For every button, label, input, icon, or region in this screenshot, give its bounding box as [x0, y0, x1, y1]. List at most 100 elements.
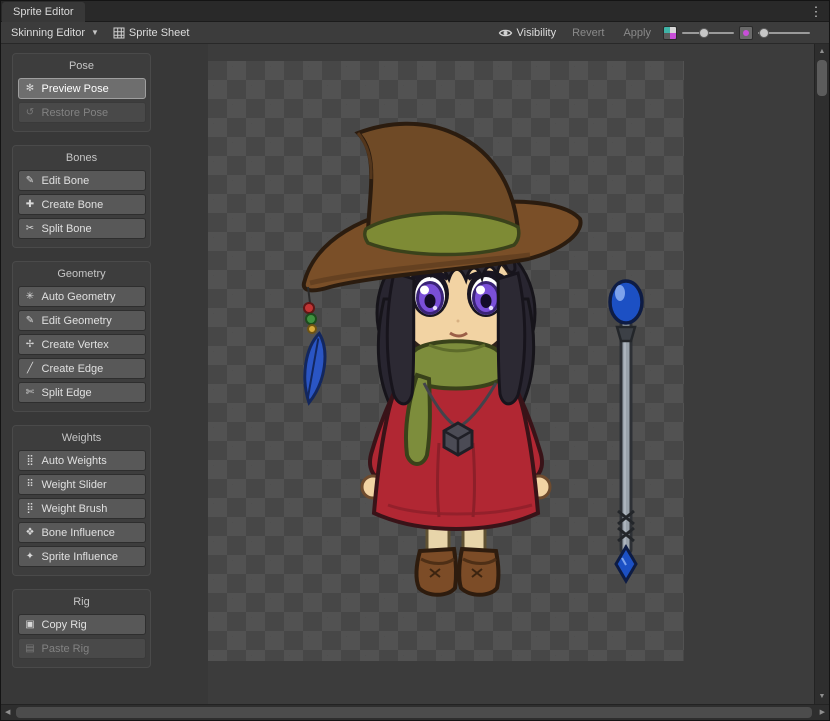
tab-sprite-editor[interactable]: Sprite Editor	[2, 2, 85, 22]
restore-pose-icon: ↺	[24, 107, 37, 118]
split-bone-button[interactable]: ✂ Split Bone	[18, 218, 146, 239]
scroll-left-icon[interactable]	[5, 709, 10, 716]
copy-rig-button[interactable]: ▣ Copy Rig	[18, 614, 146, 635]
button-label: Split Edge	[42, 387, 92, 399]
split-edge-button[interactable]: ✄Split Edge	[18, 382, 146, 403]
tab-label: Sprite Editor	[13, 6, 74, 18]
sprite-color-swatch-icon	[663, 26, 677, 40]
character-body[interactable]	[299, 124, 580, 595]
button-label: Restore Pose	[42, 107, 109, 119]
tool-group: Rig ▣ Copy Rig ▤ Paste Rig	[12, 589, 151, 668]
create-vertex-icon: ✢	[24, 339, 37, 350]
panel-title: Bones	[13, 150, 150, 167]
chevron-down-icon: ▼	[91, 28, 99, 37]
transparency-checker	[208, 61, 684, 661]
panel-title: Weights	[13, 430, 150, 447]
sprite-sheet-button[interactable]: Sprite Sheet	[106, 22, 197, 44]
auto-weights-icon: ⣿	[24, 455, 37, 466]
split-bone-icon: ✂	[24, 223, 37, 234]
witch-hat	[304, 124, 581, 291]
button-label: Sprite Influence	[42, 551, 118, 563]
create-bone-button[interactable]: ✚ Create Bone	[18, 194, 146, 215]
sprite-editor-window: Sprite Editor ⋮ Skinning Editor ▼ Sprite…	[0, 0, 830, 721]
apply-label: Apply	[623, 27, 651, 39]
left-eye	[411, 271, 449, 317]
button-label: Auto Weights	[42, 455, 107, 467]
button-label: Create Bone	[42, 199, 104, 211]
sprite-sheet-icon	[113, 27, 125, 39]
bone-influence-button[interactable]: ❖ Bone Influence	[18, 522, 146, 543]
weight-brush-icon: ⡿	[24, 503, 37, 514]
preview-pose-button[interactable]: ✻ Preview Pose	[18, 78, 146, 99]
slider-knob[interactable]	[699, 28, 709, 38]
button-label: Weight Brush	[42, 503, 108, 515]
preview-pose-icon: ✻	[24, 83, 37, 94]
tool-group: Pose ✻ Preview Pose ↺ Restore Pose	[12, 53, 151, 132]
button-label: Edit Geometry	[42, 315, 112, 327]
edit-bone-icon: ✎	[24, 175, 37, 186]
horizontal-scroll-thumb[interactable]	[16, 707, 812, 718]
tool-group: Bones ✎ Edit Bone ✚ Create Bone ✂ Split Bone	[12, 145, 151, 248]
edit-geometry-icon: ✎	[24, 315, 37, 326]
button-label: Weight Slider	[42, 479, 107, 491]
vertical-scroll-thumb[interactable]	[817, 60, 827, 96]
auto-geometry-button[interactable]: ✳ Auto Geometry	[18, 286, 146, 307]
bone-influence-icon: ❖	[24, 527, 37, 538]
apply-button[interactable]: Apply	[616, 22, 658, 44]
revert-button[interactable]: Revert	[565, 22, 611, 44]
create-vertex-button[interactable]: ✢ Create Vertex	[18, 334, 146, 355]
hat-charm	[299, 287, 330, 404]
button-label: Copy Rig	[42, 619, 87, 631]
button-label: Create Edge	[42, 363, 104, 375]
slider-knob[interactable]	[759, 28, 769, 38]
button-label: Auto Geometry	[42, 291, 116, 303]
copy-rig-icon: ▣	[24, 619, 37, 630]
weight-slider-button[interactable]: ⠿ Weight Slider	[18, 474, 146, 495]
tab-bar: Sprite Editor ⋮	[1, 1, 829, 22]
visibility-label: Visibility	[517, 27, 557, 39]
weight-brush-button[interactable]: ⡿ Weight Brush	[18, 498, 146, 519]
scroll-down-icon[interactable]	[815, 693, 829, 700]
horizontal-scrollbar[interactable]	[1, 704, 829, 720]
visibility-eye-icon	[498, 27, 513, 39]
sprite-influence-button[interactable]: ✦ Sprite Influence	[18, 546, 146, 567]
button-label: Bone Influence	[42, 527, 115, 539]
button-label: Split Bone	[42, 223, 92, 235]
panel-title: Rig	[13, 594, 150, 611]
scroll-right-icon[interactable]	[820, 709, 825, 716]
sprite-influence-icon: ✦	[24, 551, 37, 562]
character-sprite[interactable]	[208, 61, 684, 661]
auto-weights-button[interactable]: ⣿ Auto Weights	[18, 450, 146, 471]
edit-bone-button[interactable]: ✎ Edit Bone	[18, 170, 146, 191]
create-bone-icon: ✚	[24, 199, 37, 210]
vertical-scrollbar[interactable]	[814, 44, 829, 704]
tool-group: Weights ⣿ Auto Weights ⠿ Weight Slider ⡿ Weigh…	[12, 425, 151, 576]
button-label: Paste Rig	[42, 643, 90, 655]
overflow-menu-icon[interactable]: ⋮	[808, 3, 824, 20]
create-edge-button[interactable]: ╱ Create Edge	[18, 358, 146, 379]
button-label: Create Vertex	[42, 339, 109, 351]
skinning-editor-dropdown[interactable]: Skinning Editor ▼	[4, 22, 106, 44]
restore-pose-button[interactable]: ↺ Restore Pose	[18, 102, 146, 123]
mode-label: Skinning Editor	[11, 27, 85, 39]
weight-slider-icon: ⠿	[24, 479, 37, 490]
button-label: Edit Bone	[42, 175, 90, 187]
sprite-opacity-slider[interactable]	[758, 26, 810, 40]
visibility-button[interactable]: Visibility	[494, 22, 561, 44]
create-edge-icon: ╱	[24, 363, 37, 374]
sprite-canvas[interactable]	[208, 44, 814, 704]
button-label: Preview Pose	[42, 83, 109, 95]
mesh-color-swatch-icon	[739, 26, 753, 40]
panel-title: Pose	[13, 58, 150, 75]
scroll-up-icon[interactable]	[815, 48, 829, 55]
revert-label: Revert	[572, 27, 604, 39]
panel-title: Geometry	[13, 266, 150, 283]
bone-opacity-slider[interactable]	[682, 26, 734, 40]
paste-rig-icon: ▤	[24, 643, 37, 654]
paste-rig-button[interactable]: ▤ Paste Rig	[18, 638, 146, 659]
edit-geometry-button[interactable]: ✎ Edit Geometry	[18, 310, 146, 331]
auto-geometry-icon: ✳	[24, 291, 37, 302]
staff-sprite[interactable]	[610, 281, 642, 581]
tool-group: Geometry ✳ Auto Geometry ✎ Edit Geometry ✢ Cre…	[12, 261, 151, 412]
toolbar: Skinning Editor ▼ Sprite Sheet Visibilit…	[1, 22, 829, 44]
